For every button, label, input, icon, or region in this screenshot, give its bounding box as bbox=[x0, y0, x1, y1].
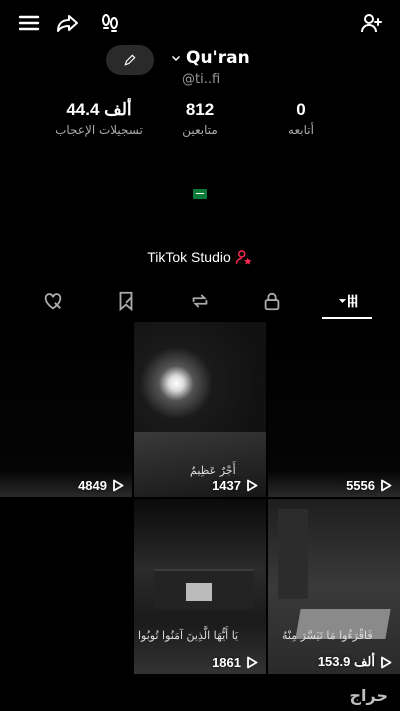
tiktok-studio-link[interactable]: TikTok Studio bbox=[0, 248, 400, 266]
view-count: 4849 bbox=[78, 478, 124, 493]
stat-following[interactable]: 0 أتابعه bbox=[246, 100, 356, 137]
liked-heart-icon bbox=[44, 293, 62, 310]
play-icon bbox=[247, 656, 258, 669]
video-thumbnail-6[interactable]: فَاقْرَءُوا مَا تَيَسَّرَ مِنْهُ 153.9 أ… bbox=[268, 499, 400, 674]
studio-label: TikTok Studio bbox=[147, 249, 231, 265]
add-user-icon[interactable] bbox=[358, 10, 384, 36]
videos-grid-icon bbox=[338, 294, 358, 308]
haraj-watermark: حراج bbox=[349, 686, 389, 705]
active-tab-indicator bbox=[322, 317, 372, 319]
stat-likes[interactable]: 44.4 ألف تسجيلات الإعجاب bbox=[44, 100, 154, 137]
tab-reposts[interactable] bbox=[178, 286, 222, 316]
video-caption: فَاقْرَءُوا مَا تَيَسَّرَ مِنْهُ bbox=[282, 629, 373, 642]
menu-icon[interactable] bbox=[16, 10, 42, 36]
tab-private[interactable] bbox=[250, 286, 294, 316]
favorites-icon bbox=[119, 291, 133, 312]
footprints-icon[interactable] bbox=[97, 10, 123, 36]
window-light bbox=[186, 583, 212, 601]
video-caption: يَا أَيُّهَا الَّذِينَ آمَنُوا تُوبُوا bbox=[138, 629, 239, 642]
tab-videos[interactable] bbox=[326, 286, 370, 316]
view-count: 5556 bbox=[346, 478, 392, 493]
video-grid: 4849 أَجْرٌ عَظِيمٌ 1437 5556 يَا أَيُّه… bbox=[0, 322, 400, 674]
username-dropdown[interactable]: Qu'ran bbox=[170, 48, 250, 68]
stat-following-num: 0 bbox=[296, 100, 306, 119]
stat-followers[interactable]: 812 متابعين bbox=[145, 100, 255, 137]
view-count: 1437 bbox=[212, 478, 258, 493]
video-thumbnail-1[interactable]: 4849 bbox=[0, 322, 132, 497]
creator-star-icon bbox=[235, 250, 252, 265]
top-bar bbox=[0, 0, 400, 46]
chevron-down-icon bbox=[171, 55, 181, 62]
view-count: 1861 bbox=[212, 655, 258, 670]
play-icon bbox=[381, 656, 392, 668]
share-icon[interactable] bbox=[55, 10, 81, 36]
handle: @ti..fi bbox=[182, 72, 221, 87]
video-thumbnail-4[interactable] bbox=[0, 499, 132, 674]
play-icon bbox=[381, 479, 392, 492]
play-icon bbox=[247, 479, 258, 492]
tab-favorites[interactable] bbox=[104, 286, 148, 316]
pencil-icon bbox=[124, 54, 136, 66]
private-lock-icon bbox=[264, 292, 280, 311]
username: Qu'ran bbox=[186, 48, 250, 68]
tab-liked[interactable] bbox=[31, 286, 75, 316]
repost-icon bbox=[192, 294, 208, 308]
stat-likes-label: تسجيلات الإعجاب bbox=[55, 123, 143, 137]
stat-followers-label: متابعين bbox=[182, 123, 218, 137]
stat-likes-num: 44.4 ألف bbox=[66, 100, 132, 119]
video-thumbnail-3[interactable]: 5556 bbox=[268, 322, 400, 497]
edit-profile-button[interactable] bbox=[106, 45, 154, 75]
video-thumbnail-2[interactable]: أَجْرٌ عَظِيمٌ 1437 bbox=[134, 322, 266, 497]
profile-tabs bbox=[0, 286, 400, 320]
stat-followers-num: 812 bbox=[185, 100, 215, 119]
stat-following-label: أتابعه bbox=[288, 123, 314, 137]
video-thumbnail-5[interactable]: يَا أَيُّهَا الَّذِينَ آمَنُوا تُوبُوا 1… bbox=[134, 499, 266, 674]
saudi-flag-icon bbox=[193, 189, 207, 199]
curtain-shape bbox=[278, 509, 308, 599]
video-caption: أَجْرٌ عَظِيمٌ bbox=[190, 464, 236, 477]
view-count: 153.9 ألف bbox=[318, 654, 392, 670]
play-icon bbox=[113, 479, 124, 492]
